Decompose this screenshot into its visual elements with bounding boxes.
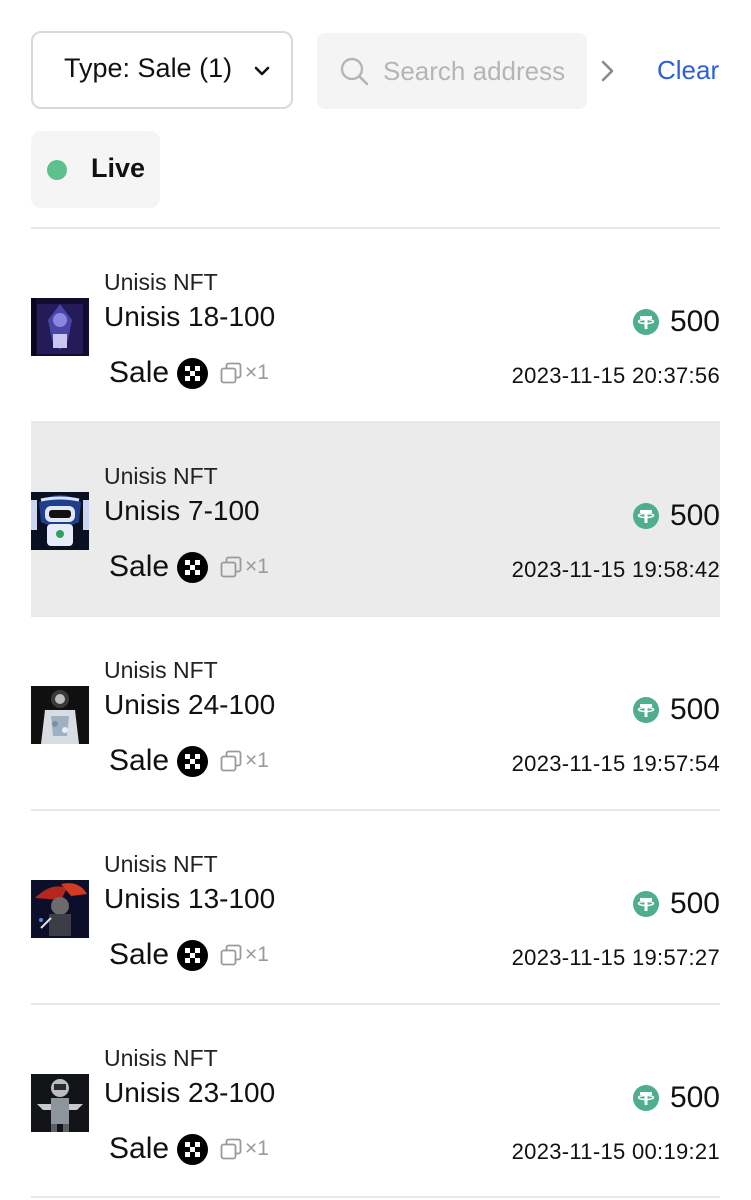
usdt-icon [632, 891, 659, 917]
filter-bar: Type: Sale (1) Clear [0, 0, 751, 120]
price-amount: 500 [669, 887, 720, 920]
activity-row[interactable]: Unisis NFT Unisis 18-100 Sale ×1 500 202… [31, 229, 720, 421]
live-status-dot [47, 160, 67, 180]
timestamp: 2023-11-15 20:37:56 [511, 363, 720, 388]
okx-icon [177, 1133, 209, 1165]
nft-name[interactable]: Unisis 7-100 [104, 495, 260, 527]
nft-thumbnail [31, 686, 89, 744]
nft-name[interactable]: Unisis 13-100 [104, 883, 275, 915]
activity-row[interactable]: Unisis NFT Unisis 24-100 Sale ×1 500 202… [31, 617, 720, 809]
price-amount: 500 [669, 305, 720, 338]
copy-icon [220, 944, 242, 966]
activity-type: Sale [109, 550, 170, 583]
clear-filters-button[interactable]: Clear [657, 55, 719, 86]
activity-type: Sale [109, 938, 170, 971]
activity-type: Sale [109, 356, 170, 389]
nft-name[interactable]: Unisis 24-100 [104, 689, 275, 721]
price: 500 [632, 887, 720, 921]
collection-name: Unisis NFT [104, 269, 218, 295]
activity-row[interactable]: Unisis NFT Unisis 13-100 Sale ×1 500 202… [31, 811, 720, 1003]
nft-name[interactable]: Unisis 18-100 [104, 301, 275, 333]
price-amount: 500 [669, 499, 720, 532]
copy-icon [220, 362, 242, 384]
price: 500 [632, 693, 720, 727]
collection-name: Unisis NFT [104, 1045, 218, 1071]
chevron-right-icon[interactable] [597, 58, 617, 84]
nft-thumbnail [31, 1074, 89, 1132]
chevron-down-icon [254, 66, 270, 76]
nft-thumbnail [31, 298, 89, 356]
quantity: ×1 [245, 1137, 269, 1160]
quantity: ×1 [245, 943, 269, 966]
search-address-field[interactable] [317, 33, 587, 109]
collection-name: Unisis NFT [104, 463, 218, 489]
list-divider [31, 1196, 720, 1198]
okx-icon [177, 551, 209, 583]
row-meta: Sale ×1 [109, 742, 269, 780]
status-chip-label: Live [91, 153, 146, 183]
price: 500 [632, 499, 720, 533]
timestamp: 2023-11-15 19:57:54 [511, 751, 720, 776]
row-meta: Sale ×1 [109, 354, 269, 392]
row-meta: Sale ×1 [109, 548, 269, 586]
search-icon [340, 57, 369, 86]
price: 500 [632, 305, 720, 339]
nft-thumbnail [31, 492, 89, 550]
row-meta: Sale ×1 [109, 1130, 269, 1168]
activity-type: Sale [109, 1132, 170, 1165]
usdt-icon [632, 503, 659, 529]
copy-icon [220, 556, 242, 578]
price-amount: 500 [669, 693, 720, 726]
activity-row[interactable]: Unisis NFT Unisis 23-100 Sale ×1 500 202… [31, 1005, 720, 1197]
quantity: ×1 [245, 361, 269, 384]
timestamp: 2023-11-15 00:19:21 [511, 1139, 720, 1164]
okx-icon [177, 357, 209, 389]
timestamp: 2023-11-15 19:58:42 [511, 557, 720, 582]
collection-name: Unisis NFT [104, 851, 218, 877]
usdt-icon [632, 697, 659, 723]
price: 500 [632, 1081, 720, 1115]
status-chip-live[interactable]: Live [31, 131, 160, 208]
timestamp: 2023-11-15 19:57:27 [511, 945, 720, 970]
row-meta: Sale ×1 [109, 936, 269, 974]
quantity: ×1 [245, 555, 269, 578]
activity-row[interactable]: Unisis NFT Unisis 7-100 Sale ×1 500 2023… [31, 423, 720, 615]
quantity: ×1 [245, 749, 269, 772]
usdt-icon [632, 309, 659, 335]
type-filter-dropdown[interactable]: Type: Sale (1) [31, 31, 293, 109]
search-input[interactable] [383, 51, 587, 91]
copy-icon [220, 750, 242, 772]
okx-icon [177, 745, 209, 777]
price-amount: 500 [669, 1081, 720, 1114]
nft-thumbnail [31, 880, 89, 938]
nft-name[interactable]: Unisis 23-100 [104, 1077, 275, 1109]
collection-name: Unisis NFT [104, 657, 218, 683]
copy-icon [220, 1138, 242, 1160]
activity-type: Sale [109, 744, 170, 777]
type-filter-label: Type: Sale (1) [64, 53, 233, 83]
usdt-icon [632, 1085, 659, 1111]
okx-icon [177, 939, 209, 971]
